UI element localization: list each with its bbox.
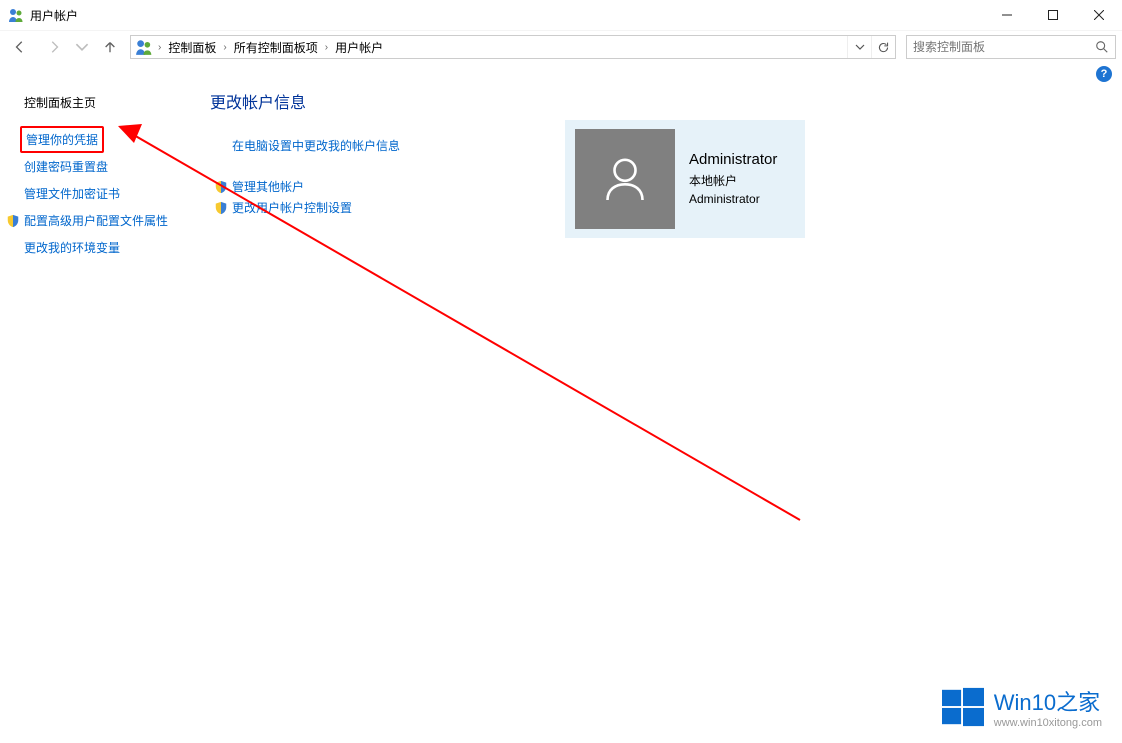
sidebar-item-credentials[interactable]: 管理你的凭据 (20, 126, 104, 153)
chevron-right-icon[interactable]: › (155, 42, 164, 53)
address-dropdown-button[interactable] (847, 36, 871, 58)
sidebar-item-label: 配置高级用户配置文件属性 (24, 212, 168, 229)
search-icon[interactable] (1095, 40, 1109, 54)
content-area: 控制面板主页 管理你的凭据 创建密码重置盘 管理文件加密证书 配置高级用户配置文… (0, 85, 1122, 261)
search-box[interactable] (906, 35, 1116, 59)
user-info: Administrator 本地帐户 Administrator (689, 151, 777, 208)
help-row: ? (0, 63, 1122, 85)
refresh-button[interactable] (871, 36, 895, 58)
username: Administrator (689, 151, 777, 168)
account-role: Administrator (689, 190, 777, 208)
recent-locations-button[interactable] (74, 33, 90, 61)
page-heading: 更改帐户信息 (210, 89, 1122, 113)
account-type: 本地帐户 (689, 172, 777, 190)
search-input[interactable] (913, 40, 1095, 54)
address-icon (135, 38, 153, 56)
user-account-card: Administrator 本地帐户 Administrator (565, 120, 805, 238)
navbar: › 控制面板 › 所有控制面板项 › 用户帐户 (0, 30, 1122, 63)
sidebar-item-password-reset[interactable]: 创建密码重置盘 (24, 153, 210, 180)
shield-icon (214, 180, 228, 194)
link-label: 管理其他帐户 (232, 178, 304, 195)
breadcrumb-item[interactable]: 所有控制面板项 (230, 36, 322, 58)
sidebar-item-env-vars[interactable]: 更改我的环境变量 (24, 234, 210, 261)
titlebar: 用户帐户 (0, 0, 1122, 30)
sidebar: 控制面板主页 管理你的凭据 创建密码重置盘 管理文件加密证书 配置高级用户配置文… (24, 85, 210, 261)
user-icon (597, 151, 653, 207)
watermark-title: Win10之家 (994, 685, 1102, 717)
watermark: Win10之家 www.win10xitong.com (942, 685, 1102, 729)
chevron-right-icon[interactable]: › (220, 42, 229, 53)
up-button[interactable] (96, 33, 124, 61)
shield-icon (6, 214, 20, 228)
address-bar[interactable]: › 控制面板 › 所有控制面板项 › 用户帐户 (130, 35, 896, 59)
help-icon[interactable]: ? (1096, 66, 1112, 82)
watermark-url: www.win10xitong.com (994, 717, 1102, 729)
close-button[interactable] (1076, 0, 1122, 30)
avatar (575, 129, 675, 229)
chevron-right-icon[interactable]: › (322, 42, 331, 53)
sidebar-item-label: 管理文件加密证书 (24, 185, 120, 202)
window-title: 用户帐户 (30, 7, 78, 24)
forward-button[interactable] (40, 33, 68, 61)
control-panel-home-link[interactable]: 控制面板主页 (24, 89, 210, 116)
minimize-button[interactable] (984, 0, 1030, 30)
maximize-button[interactable] (1030, 0, 1076, 30)
back-button[interactable] (6, 33, 34, 61)
window-icon (8, 7, 24, 23)
window-controls (984, 0, 1122, 30)
sidebar-item-advanced-profile[interactable]: 配置高级用户配置文件属性 (6, 207, 210, 234)
sidebar-item-label: 管理你的凭据 (26, 131, 98, 148)
sidebar-item-label: 创建密码重置盘 (24, 158, 108, 175)
shield-icon (214, 201, 228, 215)
windows-logo-icon (942, 686, 984, 728)
link-label: 更改用户帐户控制设置 (232, 199, 352, 216)
sidebar-item-encrypt-cert[interactable]: 管理文件加密证书 (24, 180, 210, 207)
sidebar-item-label: 更改我的环境变量 (24, 239, 120, 256)
breadcrumb-item[interactable]: 用户帐户 (331, 36, 387, 58)
breadcrumb-root[interactable]: 控制面板 (164, 36, 220, 58)
link-label: 在电脑设置中更改我的帐户信息 (232, 137, 400, 154)
